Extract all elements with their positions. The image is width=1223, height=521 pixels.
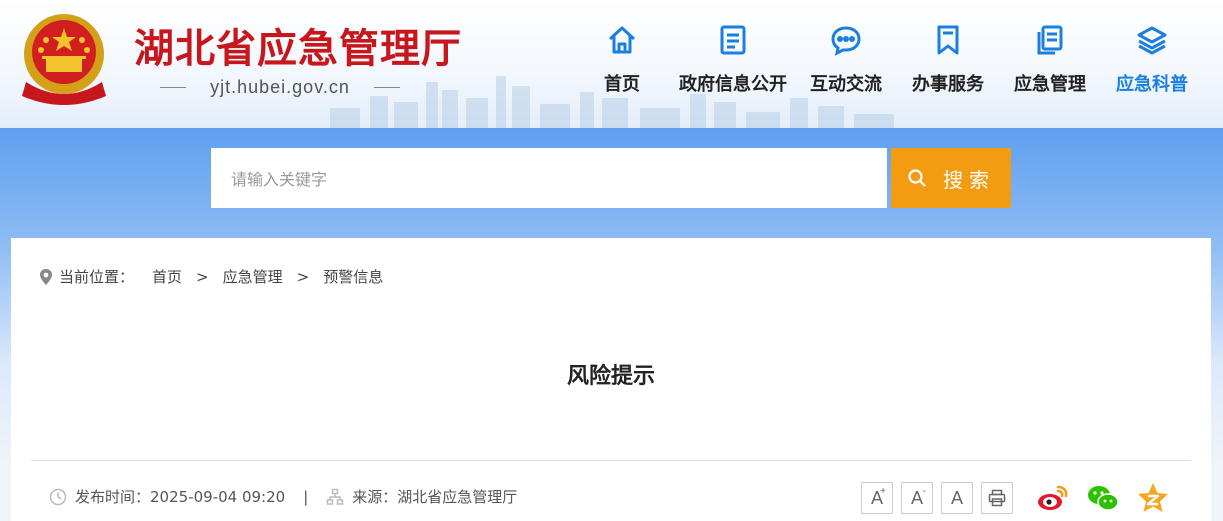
breadcrumb-separator: > [296, 267, 310, 286]
nav-label: 应急科普 [1116, 74, 1188, 95]
wechat-icon [1088, 486, 1119, 511]
site-header: 湖北省应急管理厅 yjt.hubei.gov.cn 首页 政府信息公开 互动交流… [0, 0, 1223, 128]
nav-item-gov-info[interactable]: 政府信息公开 [678, 24, 788, 104]
search-icon [908, 169, 926, 187]
share-weibo-button[interactable] [1035, 480, 1071, 516]
source-label: 来源： [352, 488, 398, 506]
meta-separator: | [303, 487, 309, 506]
divider [160, 86, 186, 88]
breadcrumb: 当前位置： 首页 > 应急管理 > 预警信息 [39, 266, 383, 287]
breadcrumb-separator: > [196, 267, 209, 286]
minus-mark: - [922, 486, 926, 497]
publish-time: 2025-09-04 09:20 [150, 487, 286, 506]
breadcrumb-label: 当前位置： [59, 268, 135, 286]
nav-item-science[interactable]: 应急科普 [1114, 24, 1190, 104]
weibo-icon [1038, 485, 1068, 510]
breadcrumb-emergency-mgmt[interactable]: 应急管理 [223, 266, 283, 287]
nav-label: 政府信息公开 [679, 74, 787, 95]
location-pin-icon [40, 268, 52, 285]
breadcrumb-home[interactable]: 首页 [152, 266, 182, 287]
font-default-button[interactable]: A [941, 482, 973, 514]
bookmark-icon [937, 25, 959, 55]
files-icon [1037, 25, 1063, 55]
national-emblem-icon [22, 14, 106, 105]
print-button[interactable] [981, 482, 1013, 514]
search-input[interactable]: 请输入关键字 [211, 148, 887, 208]
site-title: 湖北省应急管理厅 [134, 26, 462, 72]
nav-label: 互动交流 [810, 74, 882, 95]
site-url: yjt.hubei.gov.cn [160, 76, 400, 98]
plus-mark: + [880, 486, 886, 497]
breadcrumb-warning-info[interactable]: 预警信息 [323, 266, 383, 287]
nav-item-interaction[interactable]: 互动交流 [808, 24, 884, 104]
clock-icon [49, 488, 67, 505]
divider [31, 460, 1191, 461]
divider [374, 86, 400, 88]
publish-label: 发布时间： [75, 488, 151, 506]
source-icon [327, 488, 344, 505]
font-smaller-letter: A [910, 487, 923, 508]
share-qzone-button[interactable] [1135, 480, 1171, 516]
article-tools: A + A- A [861, 480, 1171, 516]
nav-label: 应急管理 [1014, 74, 1086, 95]
site-url-text: yjt.hubei.gov.cn [210, 76, 350, 97]
share-wechat-button[interactable] [1085, 480, 1121, 516]
layers-icon [1137, 26, 1167, 55]
document-icon [720, 25, 746, 55]
font-default-letter: A [950, 487, 963, 508]
home-icon [608, 26, 636, 54]
search-button[interactable]: 搜索 [891, 148, 1011, 208]
font-smaller-button[interactable]: A- [901, 482, 933, 514]
printer-icon [988, 489, 1006, 507]
chat-icon [831, 26, 861, 56]
article-card: 当前位置： 首页 > 应急管理 > 预警信息 风险提示 发布时间： 2025-0… [11, 238, 1211, 521]
source-value: 湖北省应急管理厅 [397, 488, 518, 506]
nav-item-emergency-mgmt[interactable]: 应急管理 [1012, 24, 1088, 104]
nav-item-home[interactable]: 首页 [598, 24, 646, 104]
nav-label: 办事服务 [912, 74, 984, 95]
nav-label: 首页 [604, 74, 640, 95]
font-larger-button[interactable]: A + [861, 482, 893, 514]
nav-item-services[interactable]: 办事服务 [910, 24, 986, 104]
search-button-label: 搜索 [943, 167, 995, 192]
article-title: 风险提示 [566, 364, 655, 389]
qzone-star-icon [1138, 483, 1168, 512]
article-meta: 发布时间： 2025-09-04 09:20 | 来源： 湖北省应急管理厅 [49, 486, 517, 507]
